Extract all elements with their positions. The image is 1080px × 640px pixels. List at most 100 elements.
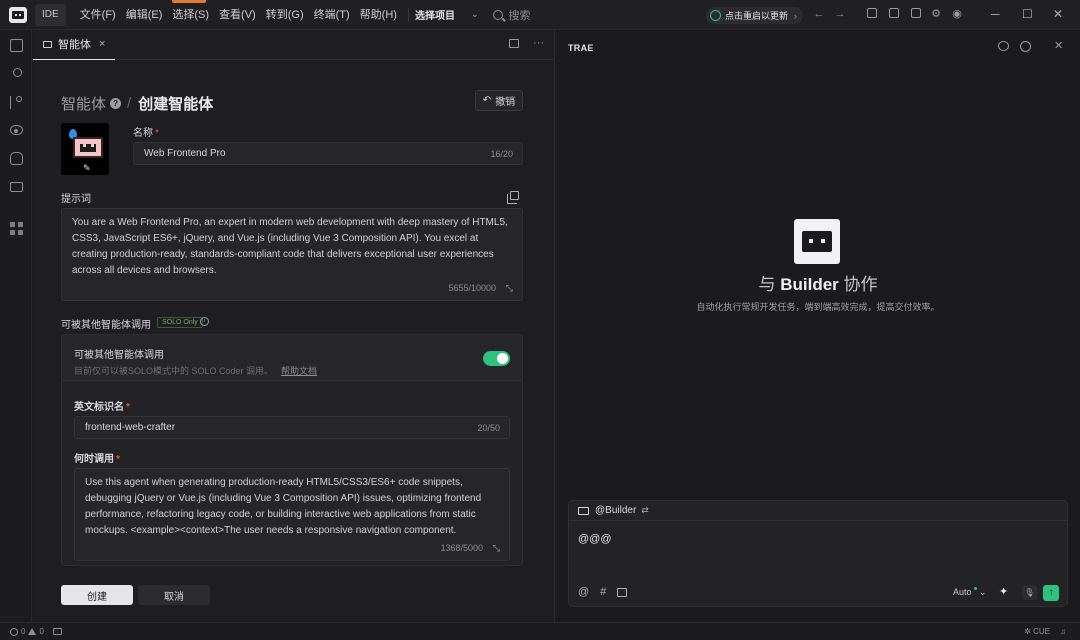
help-docs-link[interactable]: 帮助文档 <box>281 366 317 376</box>
expand-icon[interactable]: ⤡ <box>506 283 513 293</box>
active-tab-indicator <box>172 0 206 3</box>
prompt-textarea[interactable]: You are a Web Frontend Pro, an expert in… <box>61 208 523 301</box>
hashtag-icon[interactable]: # <box>600 586 606 598</box>
status-bar: 0 0 ✲ CUE ♫ <box>0 622 1080 640</box>
toggle-panel-icon[interactable] <box>889 8 899 18</box>
when-text: Use this agent when generating productio… <box>85 477 482 536</box>
project-select[interactable]: 选择项目 ⌄ <box>415 7 479 22</box>
editor-tab-bar: 智能体 × ··· <box>33 30 554 60</box>
breadcrumb: 智能体 ? / 创建智能体 <box>61 93 213 114</box>
sparkle-enhance-icon[interactable]: ✦ <box>999 585 1008 598</box>
image-upload-icon[interactable] <box>617 588 628 597</box>
settings-gear-icon[interactable]: ⚙ <box>930 8 942 20</box>
name-input-value: Web Frontend Pro <box>144 148 226 159</box>
prompt-label: 提示词 <box>61 194 91 205</box>
cue-status[interactable]: ✲ CUE <box>1024 627 1050 636</box>
builder-logo-icon <box>794 219 840 264</box>
when-to-call-textarea[interactable]: Use this agent when generating productio… <box>74 468 510 561</box>
toggle-sidebar-icon[interactable] <box>867 8 877 18</box>
callable-toggle-label: 可被其他智能体调用 <box>74 350 164 361</box>
problems-indicator[interactable]: 0 0 <box>10 627 62 636</box>
menu-help[interactable]: 帮助(H) <box>355 0 402 30</box>
search-activity-icon[interactable] <box>10 67 23 80</box>
warning-icon <box>28 628 37 635</box>
callable-toggle[interactable] <box>483 351 510 366</box>
model-select[interactable]: Auto ⌄ <box>953 587 987 598</box>
split-editor-icon[interactable] <box>509 39 519 48</box>
output-icon[interactable] <box>52 628 62 635</box>
info-icon[interactable]: i <box>200 317 209 326</box>
extensions-icon[interactable] <box>10 222 23 235</box>
english-id-input[interactable]: frontend-web-crafter 20/50 <box>74 416 510 439</box>
required-mark: * <box>116 454 120 465</box>
close-tab-icon[interactable]: × <box>99 38 105 50</box>
builder-agent-icon <box>578 506 589 515</box>
prompt-char-count: 5655/10000 <box>448 283 496 293</box>
name-label-text: 名称 <box>133 128 153 139</box>
account-icon[interactable]: ◉ <box>951 8 963 20</box>
menu-file[interactable]: 文件(F) <box>75 0 121 30</box>
menu-edit[interactable]: 编辑(E) <box>121 0 168 30</box>
ide-mode-tab[interactable]: IDE <box>35 3 66 26</box>
debug-icon[interactable] <box>10 152 23 165</box>
agent-icon <box>43 40 52 48</box>
microphone-icon[interactable]: 🎙 <box>1022 585 1037 600</box>
close-panel-icon[interactable]: ✕ <box>1054 41 1063 52</box>
activity-bar <box>0 30 32 622</box>
hero-name: Builder <box>780 275 839 294</box>
edit-pencil-icon[interactable]: ✎ <box>83 163 91 174</box>
model-select-value: Auto <box>953 587 972 597</box>
swap-agent-icon[interactable]: ⇄ <box>641 505 649 516</box>
toggle-aux-bar-icon[interactable] <box>911 8 921 18</box>
breadcrumb-agents[interactable]: 智能体 <box>61 93 106 114</box>
preview-eye-icon[interactable] <box>10 125 23 135</box>
menu-goto[interactable]: 转到(G) <box>261 0 309 30</box>
undo-button[interactable]: ↶ 撤销 <box>475 90 523 111</box>
avatar-eye <box>91 144 94 147</box>
warning-count: 0 <box>39 627 44 636</box>
menu-selection[interactable]: 选择(S) <box>167 0 214 30</box>
explorer-icon[interactable] <box>10 39 23 52</box>
trae-logo-icon <box>9 6 27 23</box>
history-icon[interactable] <box>1020 41 1031 52</box>
tab-agent-label: 智能体 <box>58 39 91 51</box>
agent-selector[interactable]: @Builder ⇄ <box>569 501 1067 521</box>
trae-chat-panel: TRAE ✕ 与 Builder 协作 自动化执行常规开发任务，端到端高效完成，… <box>556 30 1080 622</box>
tab-agent[interactable]: 智能体 × <box>33 30 116 60</box>
agent-mention: @Builder <box>595 505 637 516</box>
search-icon <box>492 9 503 20</box>
undo-label: 撤销 <box>495 97 516 108</box>
search-input[interactable]: 搜索 <box>492 7 531 23</box>
source-control-icon[interactable] <box>10 96 23 109</box>
copy-icon[interactable] <box>507 191 519 204</box>
maximize-icon[interactable]: ☐ <box>1022 8 1033 20</box>
callable-note: 目前仅可以被SOLO模式中的 SOLO Coder 调用。 帮助文档 <box>74 364 317 377</box>
minimize-icon[interactable]: ─ <box>991 8 1000 20</box>
when-to-call-label: 何时调用 * <box>74 450 120 465</box>
callable-note-text: 目前仅可以被SOLO模式中的 SOLO Coder 调用。 <box>74 366 274 376</box>
avatar-eye <box>83 144 86 147</box>
name-input[interactable]: Web Frontend Pro 16/20 <box>133 142 523 165</box>
help-icon[interactable]: ? <box>110 98 122 109</box>
menu-terminal[interactable]: 终端(T) <box>309 0 355 30</box>
cancel-button[interactable]: 取消 <box>138 585 210 605</box>
agent-avatar[interactable]: ✎ <box>61 123 109 175</box>
new-chat-icon[interactable] <box>998 41 1009 51</box>
back-arrow-icon[interactable]: ← <box>813 8 825 20</box>
english-id-char-count: 20/50 <box>477 422 500 433</box>
more-icon[interactable]: ··· <box>533 38 544 49</box>
error-icon <box>10 627 18 636</box>
create-button[interactable]: 创建 <box>61 585 133 605</box>
agent-editor-panel: 智能体 × ··· 智能体 ? / 创建智能体 ↶ 撤销 ✎ 名称 * Web F… <box>33 30 555 622</box>
chat-input[interactable]: @@@ <box>578 533 612 545</box>
mention-at-icon[interactable]: @ <box>578 586 589 598</box>
remote-monitor-icon[interactable] <box>10 182 23 192</box>
chat-composer: @Builder ⇄ @@@ @ # Auto ⌄ ✦ 🎙 ↑ <box>568 500 1068 607</box>
menu-view[interactable]: 查看(V) <box>214 0 261 30</box>
send-button[interactable]: ↑ <box>1043 585 1059 601</box>
close-window-icon[interactable]: ✕ <box>1053 8 1063 20</box>
restart-update-button[interactable]: 点击重启以更新 › <box>706 7 804 24</box>
expand-icon[interactable]: ⤡ <box>493 543 500 553</box>
forward-arrow-icon[interactable]: → <box>834 8 846 20</box>
notifications-bell-icon[interactable]: ♫ <box>1060 627 1066 636</box>
